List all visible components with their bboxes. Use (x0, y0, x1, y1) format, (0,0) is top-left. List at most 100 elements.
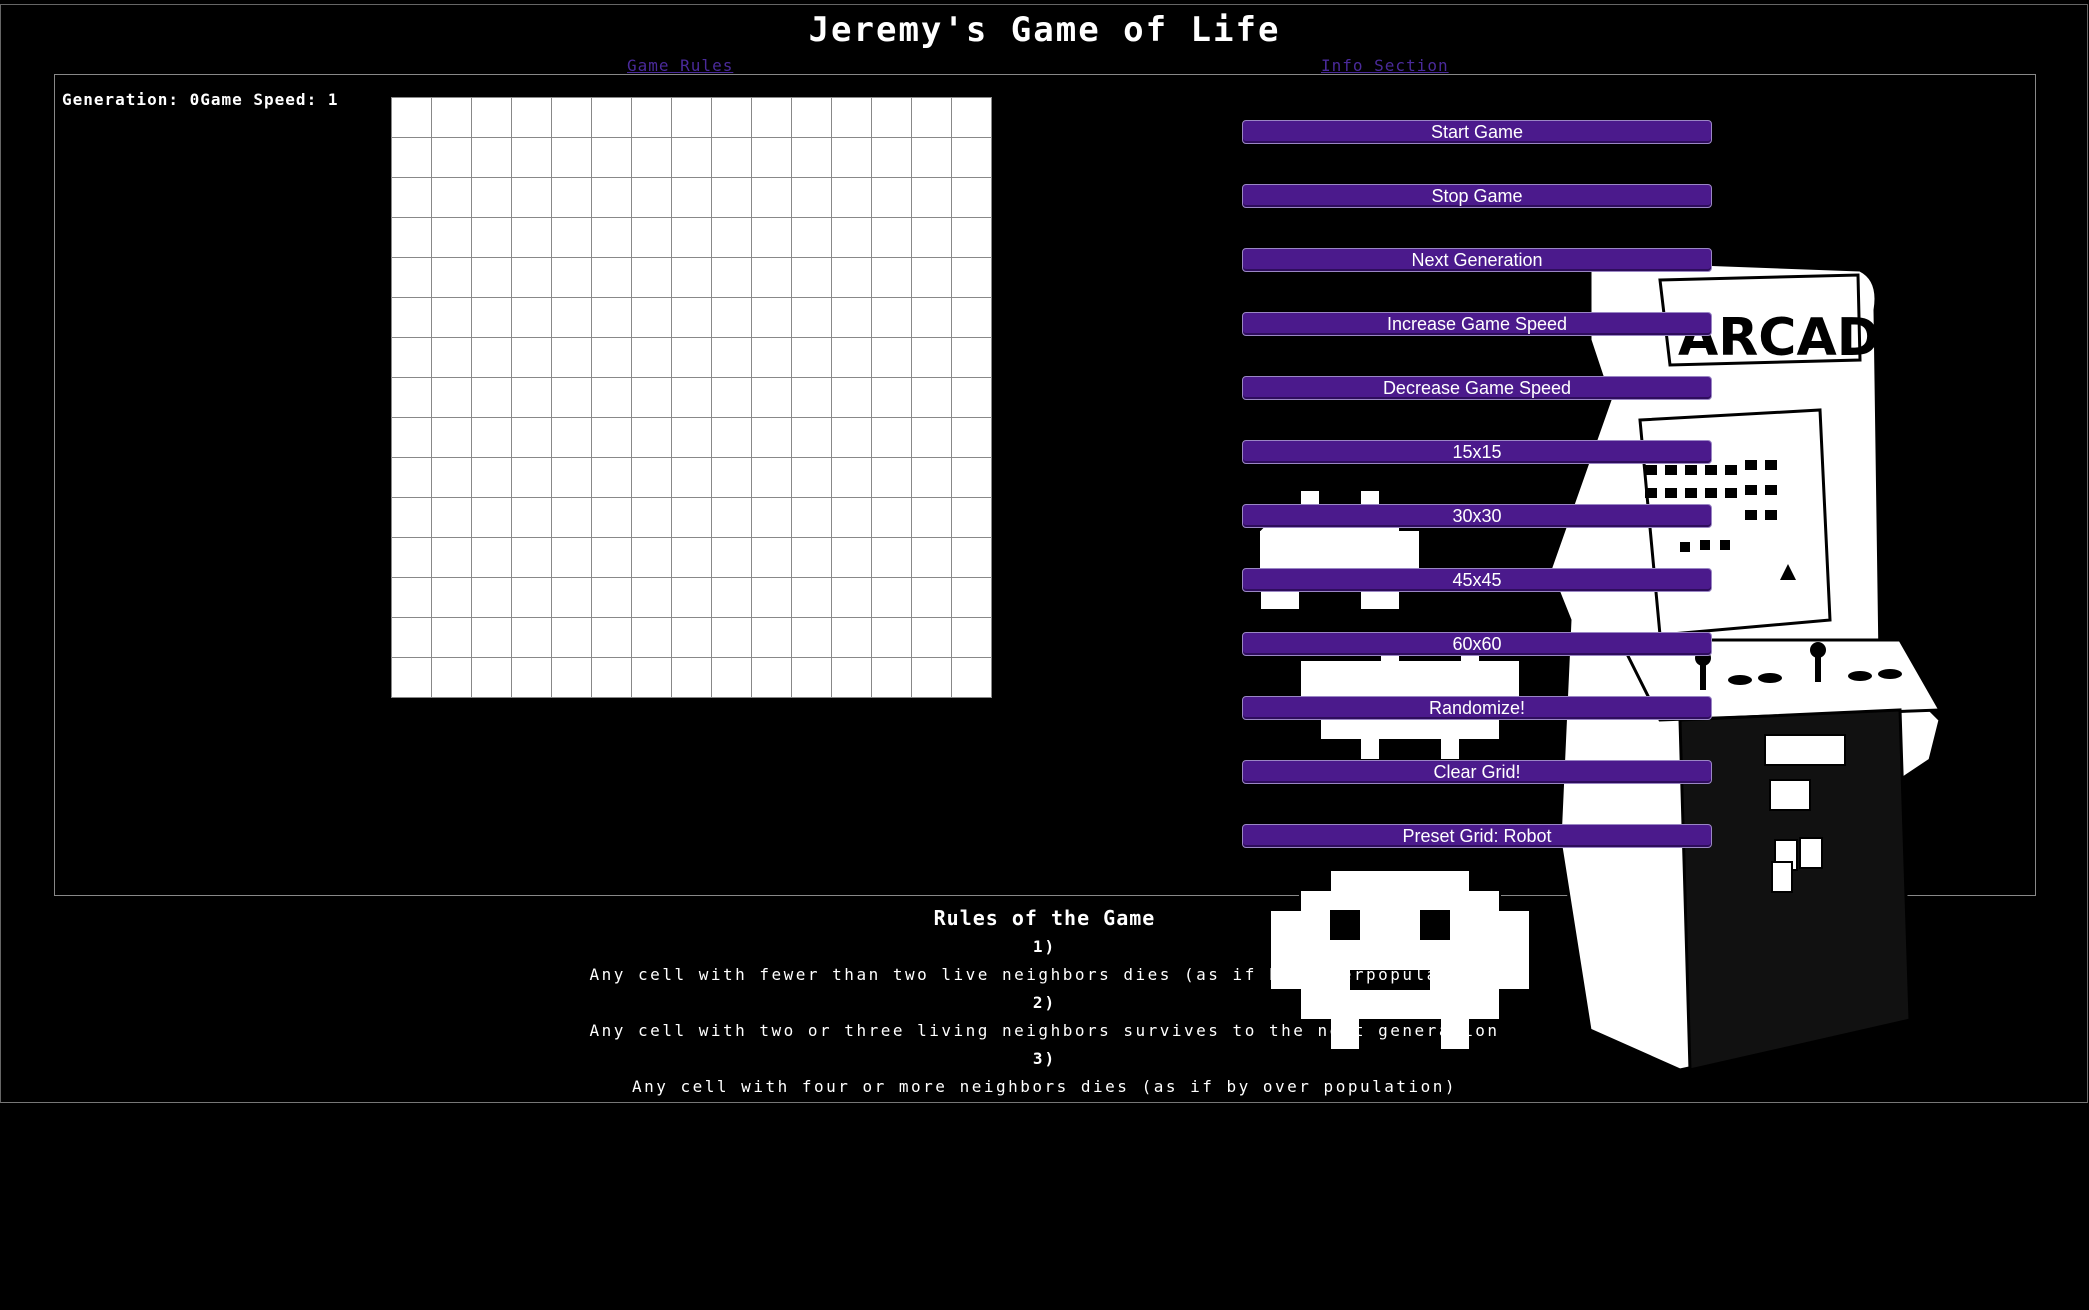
grid-cell[interactable] (392, 418, 431, 457)
grid-cell[interactable] (792, 138, 831, 177)
grid-cell[interactable] (712, 338, 751, 377)
grid-cell[interactable] (872, 98, 911, 137)
grid-cell[interactable] (912, 218, 951, 257)
grid-cell[interactable] (392, 98, 431, 137)
grid-cell[interactable] (712, 218, 751, 257)
grid-cell[interactable] (472, 578, 511, 617)
grid-cell[interactable] (792, 458, 831, 497)
grid-cell[interactable] (392, 298, 431, 337)
grid-cell[interactable] (712, 138, 751, 177)
grid-cell[interactable] (832, 298, 871, 337)
grid-cell[interactable] (552, 418, 591, 457)
grid-cell[interactable] (672, 138, 711, 177)
grid-cell[interactable] (472, 618, 511, 657)
grid-cell[interactable] (752, 218, 791, 257)
grid-cell[interactable] (472, 258, 511, 297)
grid-cell[interactable] (752, 258, 791, 297)
grid-cell[interactable] (552, 298, 591, 337)
grid-cell[interactable] (592, 98, 631, 137)
grid-cell[interactable] (672, 418, 711, 457)
grid-cell[interactable] (752, 98, 791, 137)
grid-cell[interactable] (752, 178, 791, 217)
grid-cell[interactable] (512, 418, 551, 457)
grid-cell[interactable] (432, 378, 471, 417)
increase-speed-button[interactable]: Increase Game Speed (1242, 312, 1712, 336)
grid-cell[interactable] (512, 338, 551, 377)
grid-cell[interactable] (592, 618, 631, 657)
grid-cell[interactable] (792, 418, 831, 457)
grid-cell[interactable] (472, 658, 511, 697)
grid-cell[interactable] (792, 498, 831, 537)
grid-cell[interactable] (512, 138, 551, 177)
grid-cell[interactable] (472, 458, 511, 497)
grid-cell[interactable] (752, 498, 791, 537)
grid-cell[interactable] (832, 578, 871, 617)
grid-cell[interactable] (952, 338, 991, 377)
grid-cell[interactable] (712, 618, 751, 657)
grid-cell[interactable] (472, 138, 511, 177)
grid-cell[interactable] (672, 218, 711, 257)
grid-cell[interactable] (832, 458, 871, 497)
grid-cell[interactable] (432, 98, 471, 137)
grid-cell[interactable] (632, 618, 671, 657)
grid-cell[interactable] (832, 498, 871, 537)
grid-cell[interactable] (432, 578, 471, 617)
grid-cell[interactable] (552, 338, 591, 377)
grid-cell[interactable] (872, 378, 911, 417)
grid-cell[interactable] (712, 258, 751, 297)
grid-cell[interactable] (392, 258, 431, 297)
grid-cell[interactable] (672, 258, 711, 297)
grid-cell[interactable] (912, 298, 951, 337)
grid-cell[interactable] (752, 658, 791, 697)
grid-cell[interactable] (712, 578, 751, 617)
grid-cell[interactable] (392, 618, 431, 657)
grid-cell[interactable] (872, 338, 911, 377)
grid-cell[interactable] (752, 618, 791, 657)
grid-cell[interactable] (392, 498, 431, 537)
grid-cell[interactable] (592, 378, 631, 417)
grid-cell[interactable] (912, 618, 951, 657)
grid-cell[interactable] (392, 458, 431, 497)
grid-cell[interactable] (392, 218, 431, 257)
grid-cell[interactable] (672, 538, 711, 577)
grid-cell[interactable] (592, 338, 631, 377)
info-section-link[interactable]: Info Section (1321, 56, 1449, 75)
grid-cell[interactable] (632, 338, 671, 377)
clear-grid-button[interactable]: Clear Grid! (1242, 760, 1712, 784)
grid-cell[interactable] (432, 178, 471, 217)
grid-cell[interactable] (592, 538, 631, 577)
grid-cell[interactable] (592, 458, 631, 497)
grid-cell[interactable] (752, 378, 791, 417)
grid-cell[interactable] (512, 538, 551, 577)
decrease-speed-button[interactable]: Decrease Game Speed (1242, 376, 1712, 400)
grid-cell[interactable] (832, 178, 871, 217)
grid-cell[interactable] (552, 538, 591, 577)
grid-cell[interactable] (872, 618, 911, 657)
grid-cell[interactable] (752, 338, 791, 377)
grid-cell[interactable] (512, 498, 551, 537)
grid-cell[interactable] (832, 618, 871, 657)
grid-cell[interactable] (792, 378, 831, 417)
grid-cell[interactable] (792, 658, 831, 697)
grid-cell[interactable] (792, 178, 831, 217)
grid-cell[interactable] (792, 578, 831, 617)
grid-cell[interactable] (552, 258, 591, 297)
grid-cell[interactable] (832, 418, 871, 457)
grid-cell[interactable] (912, 658, 951, 697)
grid-cell[interactable] (512, 578, 551, 617)
grid-cell[interactable] (712, 298, 751, 337)
grid-cell[interactable] (912, 378, 951, 417)
grid-cell[interactable] (592, 178, 631, 217)
grid-cell[interactable] (592, 658, 631, 697)
grid-cell[interactable] (872, 218, 911, 257)
grid-cell[interactable] (912, 458, 951, 497)
grid-cell[interactable] (792, 618, 831, 657)
grid-cell[interactable] (912, 498, 951, 537)
grid-cell[interactable] (952, 458, 991, 497)
preset-robot-button[interactable]: Preset Grid: Robot (1242, 824, 1712, 848)
grid-cell[interactable] (392, 658, 431, 697)
grid-cell[interactable] (392, 138, 431, 177)
grid-cell[interactable] (432, 258, 471, 297)
grid-cell[interactable] (632, 458, 671, 497)
grid-cell[interactable] (472, 218, 511, 257)
